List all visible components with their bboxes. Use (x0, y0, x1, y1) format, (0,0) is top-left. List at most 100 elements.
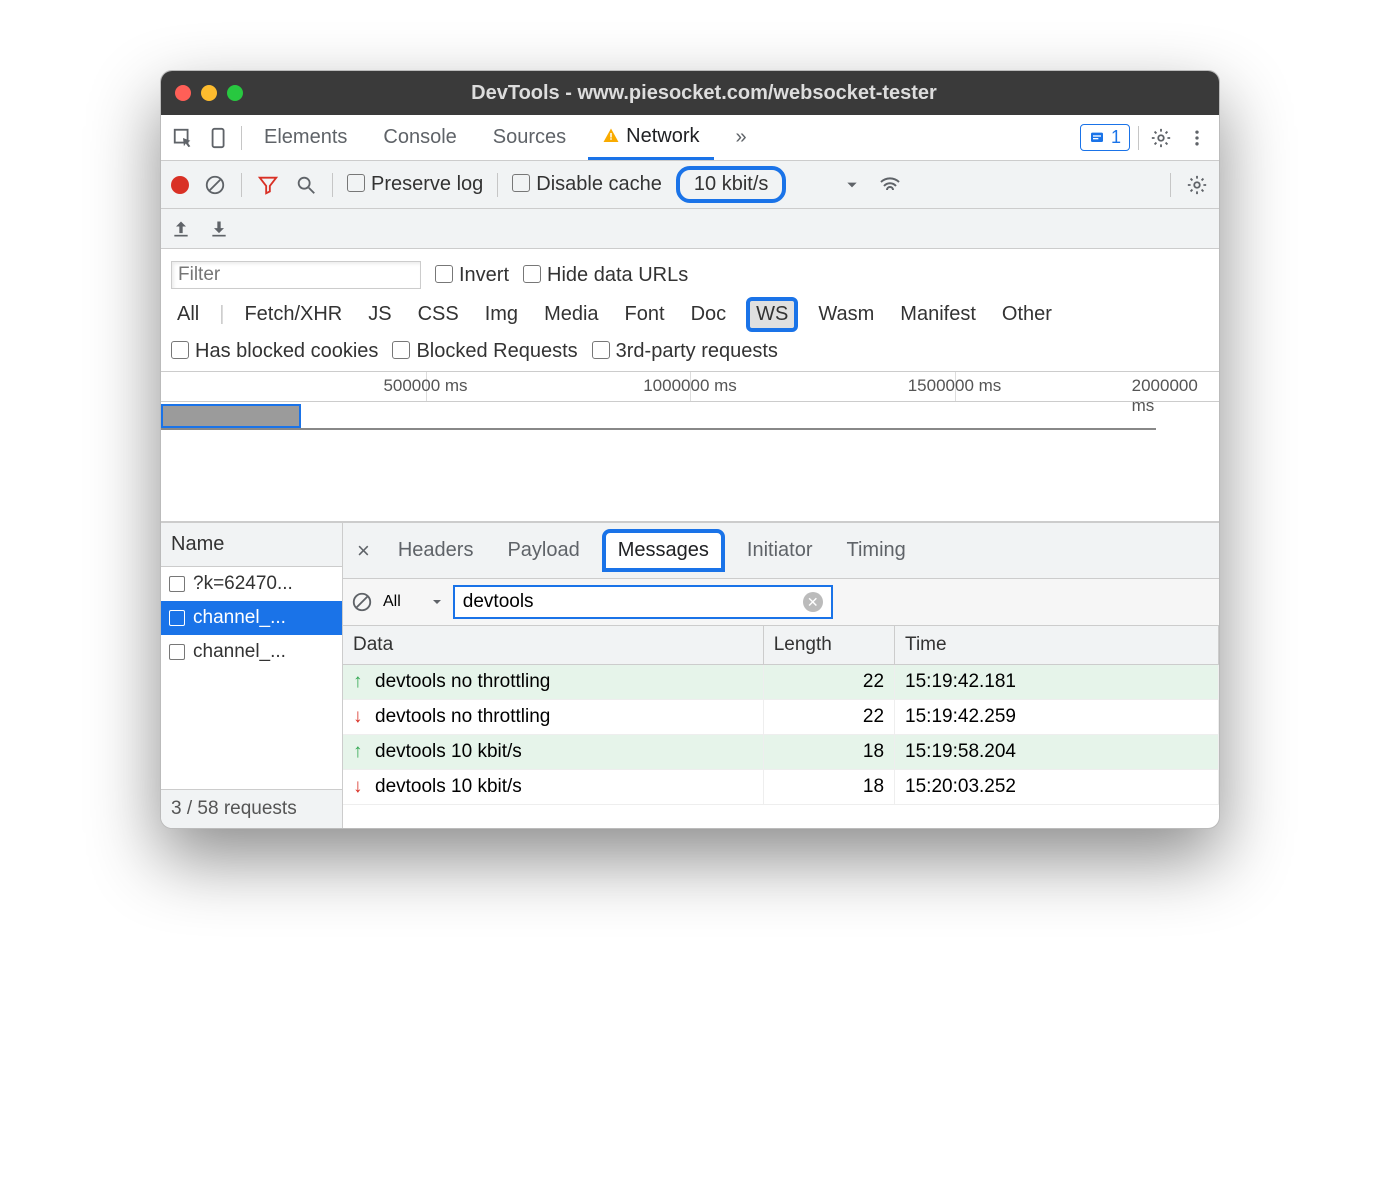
type-manifest[interactable]: Manifest (894, 301, 982, 328)
message-length: 22 (763, 700, 894, 735)
tick-label: 1000000 ms (643, 376, 737, 396)
issues-chip[interactable]: 1 (1080, 124, 1130, 151)
settings-icon[interactable] (1147, 124, 1175, 152)
type-fetch[interactable]: Fetch/XHR (238, 301, 348, 328)
close-icon[interactable] (175, 85, 191, 101)
network-toolbar: Preserve log Disable cache 10 kbit/s (161, 161, 1219, 209)
tab-console[interactable]: Console (369, 115, 470, 160)
request-status: 3 / 58 requests (161, 789, 342, 828)
filter-input[interactable] (171, 261, 421, 289)
message-row[interactable]: ↑devtools 10 kbit/s1815:19:58.204 (343, 735, 1219, 770)
divider (497, 173, 498, 197)
detail-tabs: × Headers Payload Messages Initiator Tim… (343, 523, 1219, 579)
devtools-window: DevTools - www.piesocket.com/websocket-t… (160, 70, 1220, 829)
invert-checkbox[interactable]: Invert (435, 264, 509, 287)
tick-label: 2000000 ms (1132, 376, 1198, 416)
close-detail-icon[interactable]: × (351, 538, 376, 564)
timeline-selection[interactable] (161, 404, 301, 428)
preserve-log-checkbox[interactable]: Preserve log (347, 173, 483, 196)
message-data: devtools no throttling (375, 706, 550, 727)
timeline-overview[interactable]: 500000 ms 1000000 ms 1500000 ms 2000000 … (161, 372, 1219, 522)
message-row[interactable]: ↑devtools no throttling2215:19:42.181 (343, 665, 1219, 700)
throttle-dropdown-icon[interactable] (840, 173, 864, 197)
message-row[interactable]: ↓devtools 10 kbit/s1815:20:03.252 (343, 770, 1219, 805)
issues-icon (1089, 130, 1105, 146)
divider (1138, 126, 1139, 150)
third-party-checkbox[interactable]: 3rd-party requests (592, 340, 778, 363)
type-css[interactable]: CSS (412, 301, 465, 328)
disable-cache-checkbox[interactable]: Disable cache (512, 173, 662, 196)
tick-label: 500000 ms (383, 376, 467, 396)
divider (332, 173, 333, 197)
clear-search-icon[interactable]: ✕ (803, 592, 823, 612)
kebab-icon[interactable] (1183, 124, 1211, 152)
import-export-bar (161, 209, 1219, 249)
dtab-payload[interactable]: Payload (495, 533, 591, 568)
filter-section: Invert Hide data URLs All | Fetch/XHR JS… (161, 249, 1219, 372)
col-time[interactable]: Time (895, 626, 1219, 665)
throttling-select[interactable]: 10 kbit/s (676, 166, 786, 203)
inspect-icon[interactable] (169, 124, 197, 152)
filter-icon[interactable] (256, 173, 280, 197)
type-font[interactable]: Font (619, 301, 671, 328)
tab-network[interactable]: Network (588, 115, 713, 160)
dtab-initiator[interactable]: Initiator (735, 533, 825, 568)
request-row[interactable]: channel_... (161, 601, 342, 635)
type-filter-row: All | Fetch/XHR JS CSS Img Media Font Do… (171, 293, 1209, 336)
record-button[interactable] (171, 176, 189, 194)
type-other[interactable]: Other (996, 301, 1058, 328)
type-js[interactable]: JS (362, 301, 397, 328)
blocked-cookies-checkbox[interactable]: Has blocked cookies (171, 340, 378, 363)
arrow-down-icon: ↓ (353, 776, 367, 798)
message-row[interactable]: ↓ devtools no throttling 2215:19:42.259 (343, 700, 1219, 735)
clear-messages-icon[interactable] (351, 591, 373, 613)
request-list: Name ?k=62470... channel_... channel_...… (161, 523, 343, 828)
type-all[interactable]: All (171, 301, 205, 328)
messages-search-input[interactable] (463, 591, 803, 613)
warning-icon (602, 127, 620, 145)
network-conditions-icon[interactable] (878, 173, 902, 197)
issues-count: 1 (1111, 127, 1121, 148)
search-icon[interactable] (294, 173, 318, 197)
type-media[interactable]: Media (538, 301, 604, 328)
message-time: 15:19:42.181 (895, 665, 1219, 700)
message-time: 15:19:42.259 (895, 700, 1219, 735)
divider (241, 126, 242, 150)
upload-icon[interactable] (171, 219, 191, 239)
request-row[interactable]: ?k=62470... (161, 567, 342, 601)
hide-data-urls-checkbox[interactable]: Hide data URLs (523, 264, 688, 287)
arrow-down-icon: ↓ (353, 706, 367, 728)
request-row[interactable]: channel_... (161, 635, 342, 669)
messages-filter-bar: All ✕ (343, 579, 1219, 626)
message-data: devtools no throttling (375, 671, 550, 692)
blocked-requests-checkbox[interactable]: Blocked Requests (392, 340, 577, 363)
main-tabs: Elements Console Sources Network » 1 (161, 115, 1219, 161)
type-ws[interactable]: WS (746, 297, 798, 332)
chevron-down-icon (431, 596, 443, 608)
messages-type-select[interactable]: All (383, 593, 443, 611)
type-doc[interactable]: Doc (685, 301, 733, 328)
request-detail-split: Name ?k=62470... channel_... channel_...… (161, 522, 1219, 828)
device-toggle-icon[interactable] (205, 124, 233, 152)
dtab-headers[interactable]: Headers (386, 533, 486, 568)
network-settings-icon[interactable] (1185, 173, 1209, 197)
col-data[interactable]: Data (343, 626, 763, 665)
message-length: 18 (763, 770, 894, 805)
col-length[interactable]: Length (763, 626, 894, 665)
clear-icon[interactable] (203, 173, 227, 197)
timeline-baseline (161, 428, 1156, 430)
download-icon[interactable] (209, 219, 229, 239)
messages-search[interactable]: ✕ (453, 585, 833, 619)
divider (241, 173, 242, 197)
tab-sources[interactable]: Sources (479, 115, 580, 160)
message-length: 18 (763, 735, 894, 770)
tabs-overflow[interactable]: » (722, 115, 761, 160)
message-time: 15:19:58.204 (895, 735, 1219, 770)
message-time: 15:20:03.252 (895, 770, 1219, 805)
tick-label: 1500000 ms (908, 376, 1002, 396)
tab-elements[interactable]: Elements (250, 115, 361, 160)
type-img[interactable]: Img (479, 301, 524, 328)
type-wasm[interactable]: Wasm (812, 301, 880, 328)
dtab-messages[interactable]: Messages (602, 529, 725, 572)
dtab-timing[interactable]: Timing (835, 533, 918, 568)
